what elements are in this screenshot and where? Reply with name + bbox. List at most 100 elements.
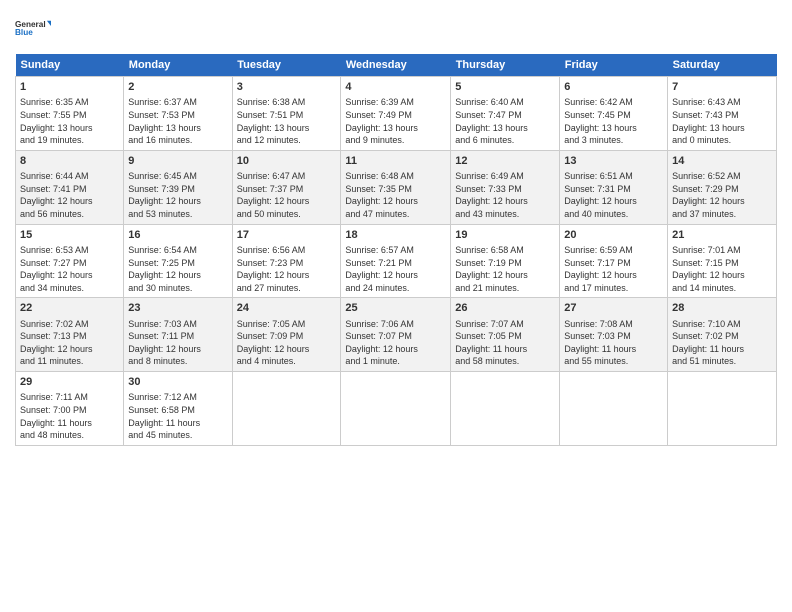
table-cell: 13Sunrise: 6:51 AMSunset: 7:31 PMDayligh… <box>560 150 668 224</box>
day-info-line: Sunset: 7:33 PM <box>455 183 555 196</box>
day-info-line: Daylight: 12 hours <box>20 195 119 208</box>
day-info-line: Sunrise: 6:57 AM <box>345 244 446 257</box>
day-info-line: Sunset: 6:58 PM <box>128 404 227 417</box>
day-number: 26 <box>455 301 555 316</box>
day-number: 24 <box>237 301 337 316</box>
day-info-line: Sunrise: 7:08 AM <box>564 318 663 331</box>
table-cell: 18Sunrise: 6:57 AMSunset: 7:21 PMDayligh… <box>341 224 451 298</box>
calendar-table: SundayMondayTuesdayWednesdayThursdayFrid… <box>15 54 777 446</box>
header-monday: Monday <box>124 54 232 77</box>
day-number: 15 <box>20 228 119 243</box>
day-info-line: Daylight: 12 hours <box>237 195 337 208</box>
day-info-line: Daylight: 13 hours <box>345 122 446 135</box>
day-info-line: Sunset: 7:02 PM <box>672 330 772 343</box>
day-info-line: Sunset: 7:11 PM <box>128 330 227 343</box>
day-info-line: Sunset: 7:15 PM <box>672 257 772 270</box>
week-row-4: 22Sunrise: 7:02 AMSunset: 7:13 PMDayligh… <box>16 298 777 372</box>
day-number: 6 <box>564 80 663 95</box>
svg-text:Blue: Blue <box>15 28 33 37</box>
day-info-line: Daylight: 12 hours <box>345 343 446 356</box>
table-cell: 10Sunrise: 6:47 AMSunset: 7:37 PMDayligh… <box>232 150 341 224</box>
day-number: 3 <box>237 80 337 95</box>
day-number: 9 <box>128 154 227 169</box>
day-info-line: and 30 minutes. <box>128 282 227 295</box>
day-info-line: Sunset: 7:23 PM <box>237 257 337 270</box>
table-cell: 11Sunrise: 6:48 AMSunset: 7:35 PMDayligh… <box>341 150 451 224</box>
day-number: 2 <box>128 80 227 95</box>
day-info-line: Sunrise: 6:44 AM <box>20 170 119 183</box>
page: General Blue SundayMondayTuesdayWednesda… <box>0 0 792 612</box>
table-cell: 26Sunrise: 7:07 AMSunset: 7:05 PMDayligh… <box>451 298 560 372</box>
day-info-line: Daylight: 13 hours <box>564 122 663 135</box>
day-number: 20 <box>564 228 663 243</box>
table-cell: 16Sunrise: 6:54 AMSunset: 7:25 PMDayligh… <box>124 224 232 298</box>
day-info-line: Sunrise: 6:48 AM <box>345 170 446 183</box>
table-cell: 3Sunrise: 6:38 AMSunset: 7:51 PMDaylight… <box>232 77 341 151</box>
day-number: 30 <box>128 375 227 390</box>
day-info-line: Sunrise: 6:40 AM <box>455 96 555 109</box>
day-info-line: and 0 minutes. <box>672 134 772 147</box>
day-info-line: Daylight: 12 hours <box>564 269 663 282</box>
day-info-line: Daylight: 11 hours <box>455 343 555 356</box>
table-cell: 14Sunrise: 6:52 AMSunset: 7:29 PMDayligh… <box>668 150 777 224</box>
table-cell: 6Sunrise: 6:42 AMSunset: 7:45 PMDaylight… <box>560 77 668 151</box>
day-number: 1 <box>20 80 119 95</box>
day-info-line: and 51 minutes. <box>672 355 772 368</box>
table-cell: 22Sunrise: 7:02 AMSunset: 7:13 PMDayligh… <box>16 298 124 372</box>
day-info-line: Sunset: 7:35 PM <box>345 183 446 196</box>
day-info-line: Daylight: 12 hours <box>237 343 337 356</box>
day-info-line: and 47 minutes. <box>345 208 446 221</box>
day-number: 8 <box>20 154 119 169</box>
table-cell <box>341 372 451 446</box>
day-info-line: Daylight: 11 hours <box>20 417 119 430</box>
day-info-line: Sunrise: 6:51 AM <box>564 170 663 183</box>
day-info-line: and 14 minutes. <box>672 282 772 295</box>
table-cell: 7Sunrise: 6:43 AMSunset: 7:43 PMDaylight… <box>668 77 777 151</box>
day-number: 13 <box>564 154 663 169</box>
table-cell <box>232 372 341 446</box>
day-info-line: and 34 minutes. <box>20 282 119 295</box>
table-cell: 25Sunrise: 7:06 AMSunset: 7:07 PMDayligh… <box>341 298 451 372</box>
day-number: 28 <box>672 301 772 316</box>
day-info-line: Sunset: 7:43 PM <box>672 109 772 122</box>
table-cell: 5Sunrise: 6:40 AMSunset: 7:47 PMDaylight… <box>451 77 560 151</box>
header-friday: Friday <box>560 54 668 77</box>
day-info-line: Sunrise: 6:58 AM <box>455 244 555 257</box>
day-number: 18 <box>345 228 446 243</box>
day-info-line: and 3 minutes. <box>564 134 663 147</box>
day-number: 29 <box>20 375 119 390</box>
day-info-line: and 45 minutes. <box>128 429 227 442</box>
day-info-line: Daylight: 13 hours <box>20 122 119 135</box>
day-number: 17 <box>237 228 337 243</box>
day-info-line: and 21 minutes. <box>455 282 555 295</box>
day-info-line: Sunset: 7:07 PM <box>345 330 446 343</box>
logo-svg: General Blue <box>15 10 51 46</box>
table-cell: 27Sunrise: 7:08 AMSunset: 7:03 PMDayligh… <box>560 298 668 372</box>
day-info-line: and 8 minutes. <box>128 355 227 368</box>
day-info-line: Sunset: 7:47 PM <box>455 109 555 122</box>
day-info-line: Daylight: 13 hours <box>237 122 337 135</box>
day-info-line: Sunset: 7:49 PM <box>345 109 446 122</box>
day-info-line: Daylight: 11 hours <box>564 343 663 356</box>
day-info-line: Daylight: 12 hours <box>455 269 555 282</box>
svg-text:General: General <box>15 20 46 29</box>
day-info-line: Sunset: 7:17 PM <box>564 257 663 270</box>
day-info-line: and 9 minutes. <box>345 134 446 147</box>
table-cell: 1Sunrise: 6:35 AMSunset: 7:55 PMDaylight… <box>16 77 124 151</box>
day-info-line: and 4 minutes. <box>237 355 337 368</box>
table-cell: 2Sunrise: 6:37 AMSunset: 7:53 PMDaylight… <box>124 77 232 151</box>
day-number: 11 <box>345 154 446 169</box>
day-info-line: Sunset: 7:09 PM <box>237 330 337 343</box>
day-info-line: Sunrise: 7:05 AM <box>237 318 337 331</box>
day-info-line: Daylight: 12 hours <box>672 195 772 208</box>
day-number: 27 <box>564 301 663 316</box>
day-number: 25 <box>345 301 446 316</box>
day-info-line: Daylight: 12 hours <box>345 269 446 282</box>
day-info-line: Sunset: 7:29 PM <box>672 183 772 196</box>
day-info-line: Sunset: 7:37 PM <box>237 183 337 196</box>
day-info-line: Sunset: 7:13 PM <box>20 330 119 343</box>
table-cell: 17Sunrise: 6:56 AMSunset: 7:23 PMDayligh… <box>232 224 341 298</box>
day-info-line: Sunset: 7:27 PM <box>20 257 119 270</box>
day-info-line: Sunrise: 6:53 AM <box>20 244 119 257</box>
table-cell <box>451 372 560 446</box>
